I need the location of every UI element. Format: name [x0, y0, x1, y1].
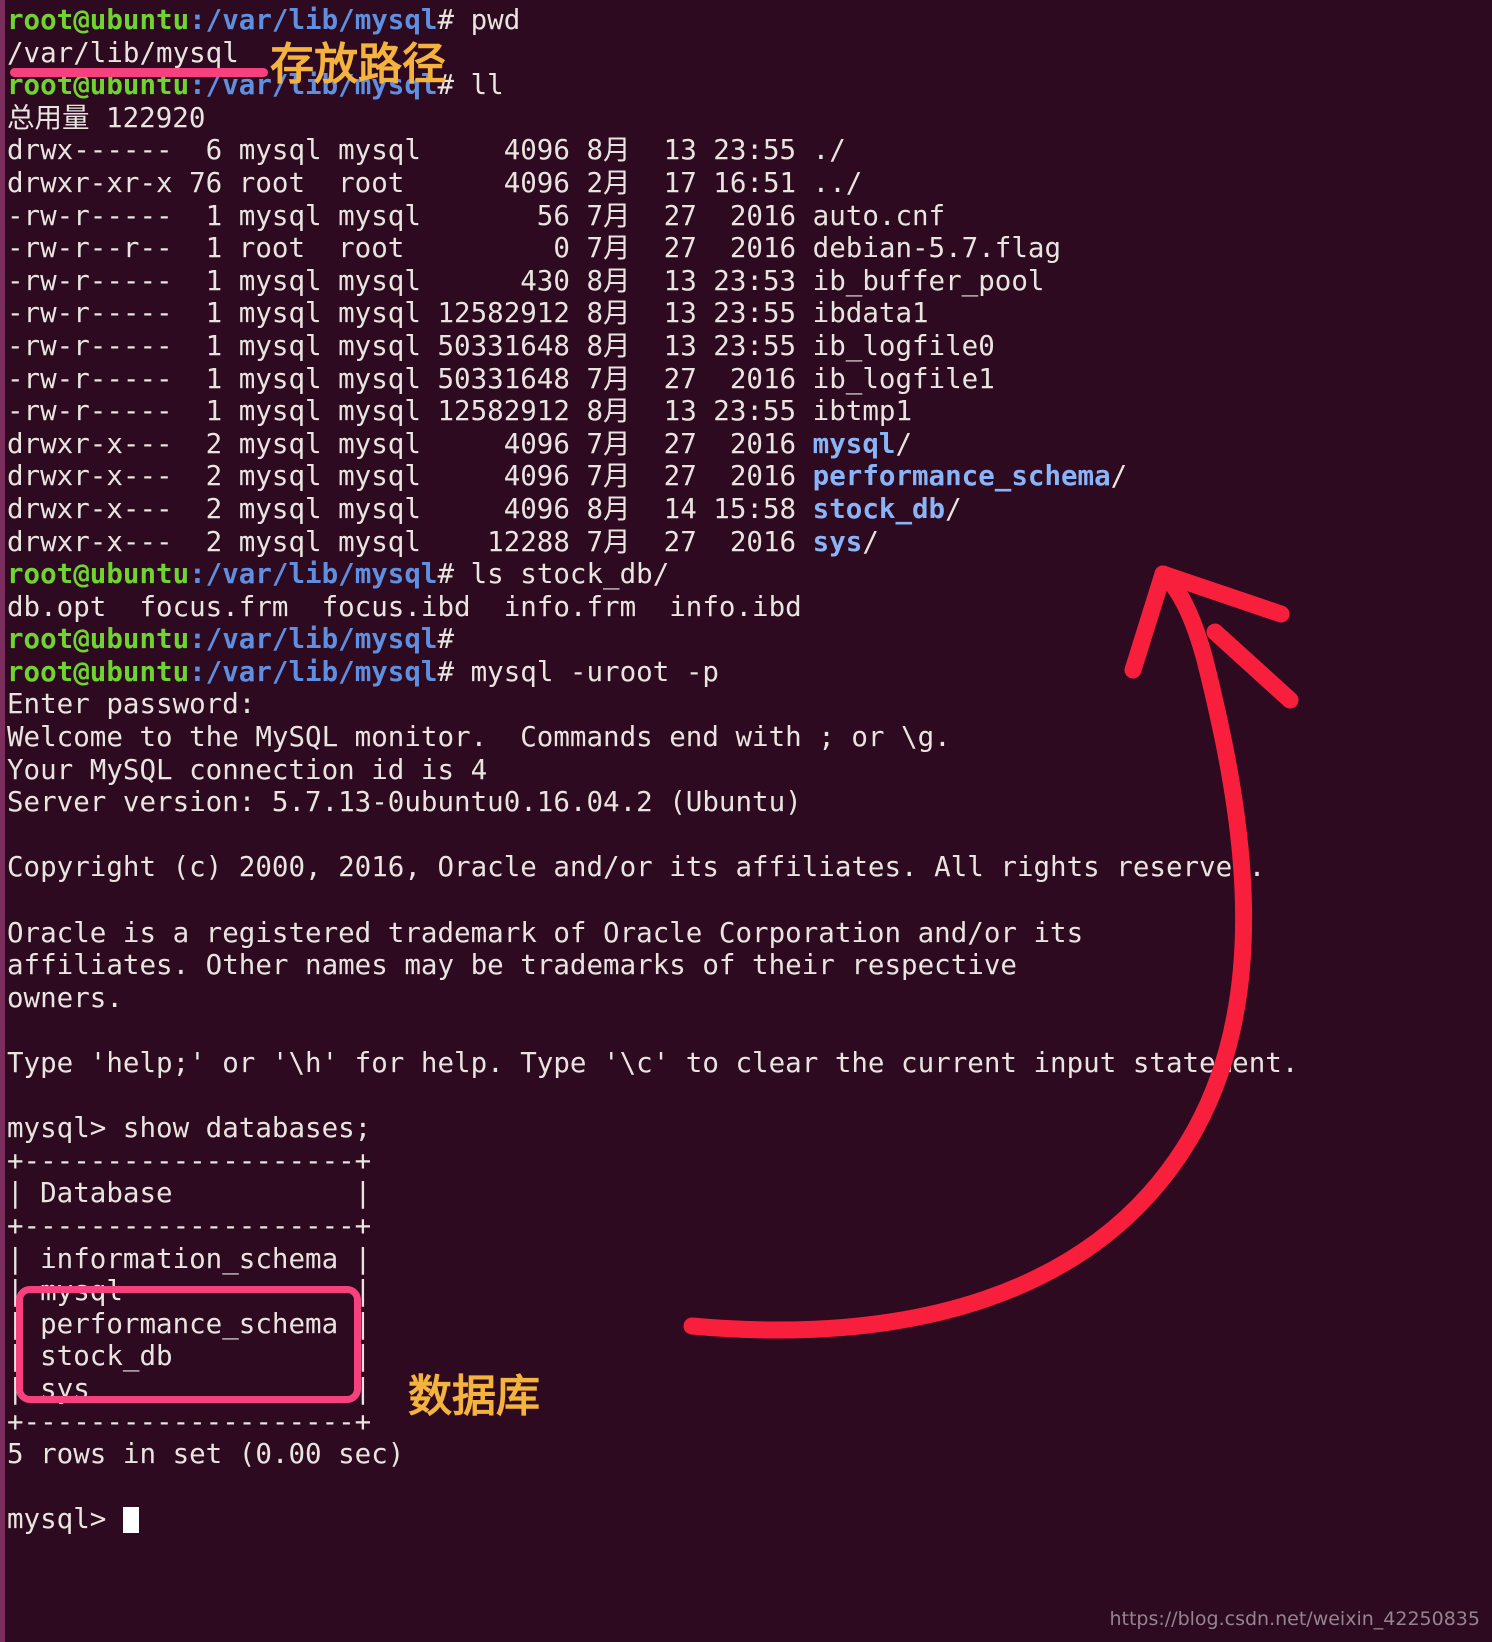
watermark-url: https://blog.csdn.net/weixin_42250835 — [1109, 1608, 1480, 1630]
shell-prompt-line: root@ubuntu:/var/lib/mysql# — [7, 623, 1487, 656]
file-list-row: drwxr-x--- 2 mysql mysql 4096 7月 27 2016… — [7, 460, 1128, 493]
output-line: Welcome to the MySQL monitor. Commands e… — [7, 721, 951, 754]
annotation-storage-path-label: 存放路径 — [270, 39, 446, 90]
file-name: ib_logfile0 — [812, 329, 995, 362]
file-name: ib_buffer_pool — [812, 264, 1045, 297]
output-line: | Database | — [7, 1177, 372, 1210]
mysql-prompt: mysql> — [7, 1503, 123, 1536]
directory-name[interactable]: sys — [813, 526, 863, 558]
file-meta: drwxr-x--- 2 mysql mysql 4096 7月 27 2016 — [7, 460, 813, 493]
file-meta: drwx------ 6 mysql mysql 4096 8月 13 23:5… — [7, 134, 813, 167]
prompt-command: # pwd — [437, 4, 521, 36]
directory-name[interactable]: stock_db — [813, 493, 945, 525]
file-name: ../ — [812, 166, 863, 199]
file-list-row: -rw-r----- 1 mysql mysql 12582912 8月 13 … — [7, 297, 1487, 330]
output-line: 总用量 122920 — [7, 101, 206, 134]
file-meta: -rw-r----- 1 mysql mysql 56 7月 27 2016 — [7, 199, 813, 232]
prompt-user: root@ubuntu — [7, 558, 190, 591]
file-name: ib_logfile1 — [812, 362, 995, 395]
file-list-row: drwxr-xr-x 76 root root 4096 2月 17 16:51… — [7, 167, 1487, 200]
file-meta: -rw-r--r-- 1 root root 0 7月 27 2016 — [7, 232, 813, 265]
output-line: 5 rows in set (0.00 sec) — [7, 1438, 405, 1471]
file-name: ./ — [812, 134, 846, 167]
file-name: ibdata1 — [812, 297, 929, 330]
output-line: owners. — [7, 981, 123, 1014]
file-list-row: -rw-r----- 1 mysql mysql 430 8月 13 23:53… — [7, 265, 1487, 298]
directory-name[interactable]: mysql — [813, 428, 896, 460]
file-list-row: -rw-r--r-- 1 root root 0 7月 27 2016 debi… — [7, 232, 1487, 265]
shell-prompt-line: root@ubuntu:/var/lib/mysql# mysql -uroot… — [7, 656, 1487, 689]
prompt-path: :/var/lib/mysql — [189, 623, 438, 656]
file-list-row: drwxr-x--- 2 mysql mysql 12288 7月 27 201… — [7, 525, 879, 558]
output-line: Oracle is a registered trademark of Orac… — [7, 916, 1084, 949]
output-line: Server version: 5.7.13-0ubuntu0.16.04.2 … — [7, 786, 802, 819]
output-line: | information_schema | — [7, 1242, 372, 1275]
file-list-row: drwx------ 6 mysql mysql 4096 8月 13 23:5… — [7, 134, 1487, 167]
pink-underline-under-path — [10, 68, 268, 77]
prompt-user: root@ubuntu — [7, 623, 190, 656]
file-name: debian-5.7.flag — [812, 232, 1062, 265]
file-list-row: -rw-r----- 1 mysql mysql 56 7月 27 2016 a… — [7, 200, 1487, 233]
annotation-database-label: 数据库 — [408, 1371, 540, 1422]
prompt-path: :/var/lib/mysql — [189, 655, 438, 688]
output-line: Enter password: — [7, 688, 256, 721]
file-meta: -rw-r----- 1 mysql mysql 50331648 7月 27 … — [7, 362, 813, 395]
mysql-command: mysql> show databases; — [7, 1112, 372, 1145]
file-meta: -rw-r----- 1 mysql mysql 12582912 8月 13 … — [7, 297, 813, 330]
prompt-user: root@ubuntu — [7, 655, 190, 688]
output-line: +--------------------+ — [7, 1144, 372, 1177]
file-list-row: -rw-r----- 1 mysql mysql 50331648 7月 27 … — [7, 363, 1487, 396]
output-line: +--------------------+ — [7, 1209, 372, 1242]
shell-prompt-line: root@ubuntu:/var/lib/mysql# pwd — [7, 4, 1487, 37]
shell-prompt-line: root@ubuntu:/var/lib/mysql# ls stock_db/ — [7, 558, 1487, 591]
prompt-command: # ls stock_db/ — [437, 558, 670, 591]
directory-name[interactable]: performance_schema — [813, 460, 1111, 492]
output-line: db.opt focus.frm focus.ibd info.frm info… — [7, 590, 802, 623]
file-meta: -rw-r----- 1 mysql mysql 50331648 8月 13 … — [7, 329, 813, 362]
output-line: affiliates. Other names may be trademark… — [7, 949, 1017, 982]
mysql-prompt-cursor-line: mysql> — [7, 1503, 1487, 1536]
file-name: ibtmp1 — [812, 395, 912, 428]
file-list-row: drwxr-x--- 2 mysql mysql 4096 8月 14 15:5… — [7, 492, 962, 525]
mysql-prompt-line: mysql> show databases; — [7, 1112, 1487, 1145]
file-list-row: -rw-r----- 1 mysql mysql 12582912 8月 13 … — [7, 395, 1487, 428]
output-line: Copyright (c) 2000, 2016, Oracle and/or … — [7, 851, 1266, 884]
output-line: /var/lib/mysql — [7, 36, 239, 69]
file-meta: drwxr-x--- 2 mysql mysql 4096 8月 14 15:5… — [7, 492, 813, 525]
file-meta: -rw-r----- 1 mysql mysql 430 8月 13 23:53 — [7, 264, 813, 297]
prompt-command: # mysql -uroot -p — [437, 655, 719, 688]
pink-highlight-box-databases — [16, 1286, 361, 1403]
prompt-path: :/var/lib/mysql — [189, 558, 438, 591]
prompt-command: # — [437, 623, 471, 656]
file-meta: drwxr-x--- 2 mysql mysql 12288 7月 27 201… — [7, 525, 813, 558]
text-cursor[interactable] — [122, 1507, 139, 1534]
prompt-user: root@ubuntu — [7, 4, 190, 36]
file-list-row: -rw-r----- 1 mysql mysql 50331648 8月 13 … — [7, 330, 1487, 363]
terminal-window: root@ubuntu:/var/lib/mysql# pwd/var/lib/… — [0, 0, 1492, 1642]
prompt-command: # ll — [437, 69, 504, 102]
file-meta: -rw-r----- 1 mysql mysql 12582912 8月 13 … — [7, 395, 813, 428]
file-meta: drwxr-xr-x 76 root root 4096 2月 17 16:51 — [7, 166, 813, 199]
output-line: Type 'help;' or '\h' for help. Type '\c'… — [7, 1047, 1299, 1079]
file-name: auto.cnf — [812, 199, 946, 232]
file-list-row: drwxr-x--- 2 mysql mysql 4096 7月 27 2016… — [7, 427, 913, 460]
output-line: +--------------------+ — [7, 1405, 372, 1438]
file-meta: drwxr-x--- 2 mysql mysql 4096 7月 27 2016 — [7, 427, 813, 460]
window-left-edge — [0, 0, 5, 1642]
output-line: Your MySQL connection id is 4 — [7, 753, 488, 786]
